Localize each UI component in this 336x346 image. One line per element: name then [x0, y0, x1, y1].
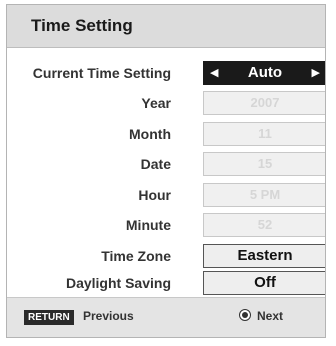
year-field: 2007 [203, 91, 325, 115]
setting-label: Date [140, 156, 171, 172]
dialog-header: Time Setting [7, 5, 325, 48]
setting-label: Minute [125, 217, 171, 233]
arrow-right-icon[interactable]: ▶ [312, 62, 320, 84]
previous-label: Previous [83, 309, 134, 323]
setting-label: Year [141, 95, 171, 111]
setting-label: Current Time Setting [32, 65, 171, 81]
setting-value: Auto [247, 64, 283, 81]
time-setting-dialog: Time Setting Current Time Setting ◀ Auto… [6, 4, 326, 338]
next-label: Next [257, 309, 284, 323]
date-field: 15 [203, 152, 325, 176]
setting-row-date: Date 15 [7, 151, 325, 177]
setting-row-month: Month 11 [7, 121, 325, 147]
daylight-saving-selector[interactable]: Off [203, 271, 325, 295]
setting-row-current-time-setting[interactable]: Current Time Setting ◀ Auto ▶ [7, 60, 325, 86]
time-zone-selector[interactable]: Eastern [203, 244, 325, 268]
return-key-badge[interactable]: RETURN [24, 310, 74, 325]
setting-row-year: Year 2007 [7, 90, 325, 116]
setting-label: Daylight Saving [65, 275, 171, 291]
dialog-title: Time Setting [31, 16, 133, 35]
current-time-setting-selector[interactable]: ◀ Auto ▶ [203, 61, 325, 85]
minute-field: 52 [203, 213, 325, 237]
setting-row-hour: Hour 5 PM [7, 182, 325, 208]
setting-label: Month [129, 126, 171, 142]
ok-button-icon[interactable] [239, 309, 251, 321]
setting-row-time-zone[interactable]: Time Zone Eastern [7, 243, 325, 269]
month-field: 11 [203, 122, 325, 146]
arrow-left-icon[interactable]: ◀ [210, 62, 218, 84]
setting-label: Time Zone [101, 248, 171, 264]
dialog-footer: RETURN Previous Next [7, 297, 325, 337]
hour-field: 5 PM [203, 183, 325, 207]
setting-row-minute: Minute 52 [7, 212, 325, 238]
setting-row-daylight-saving[interactable]: Daylight Saving Off [7, 270, 325, 296]
setting-label: Hour [138, 187, 171, 203]
